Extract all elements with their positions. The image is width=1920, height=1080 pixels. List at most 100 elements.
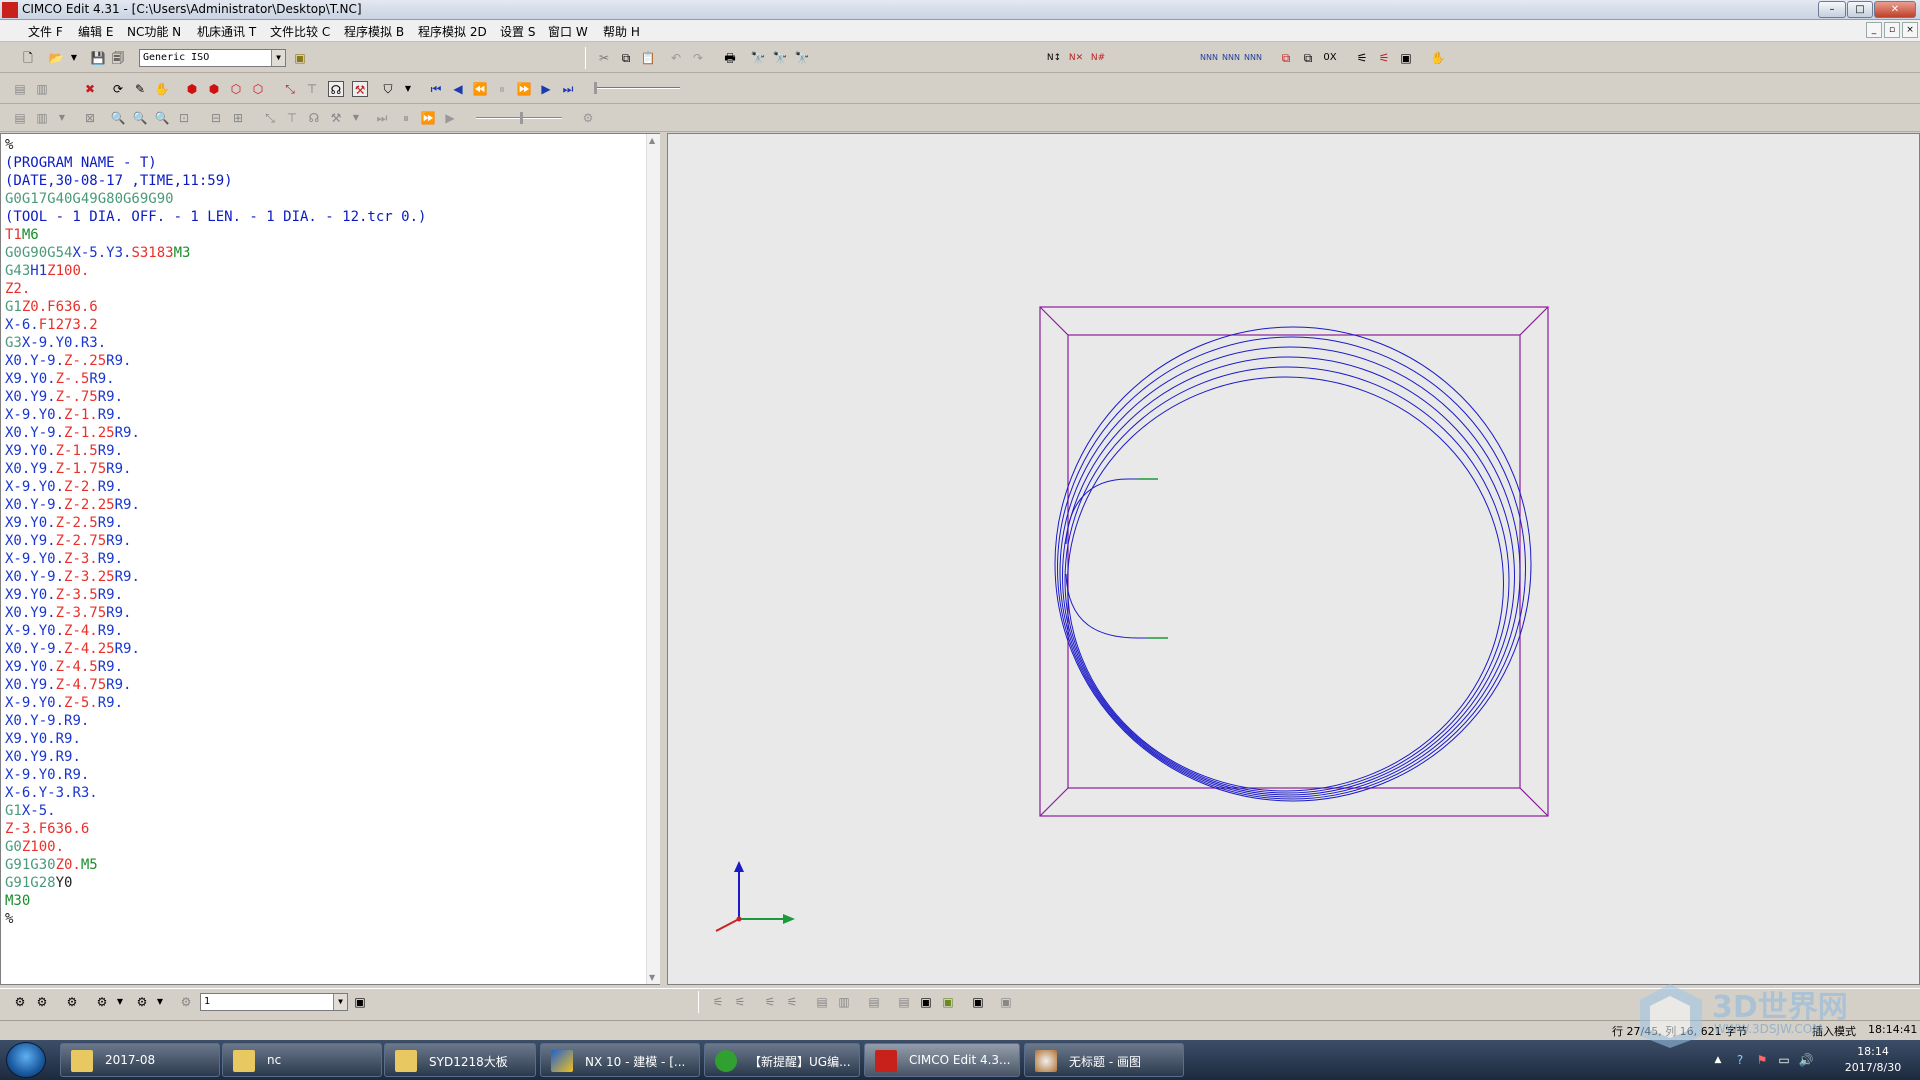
code-line[interactable]: X-6.Y-3.R3. bbox=[5, 784, 426, 802]
tool-settings-icon[interactable]: ⚒ bbox=[352, 81, 368, 97]
open-dropdown-icon[interactable]: ▼ bbox=[66, 50, 82, 66]
bottom-dropdown-1-icon[interactable]: ▼ bbox=[112, 994, 128, 1010]
last-icon[interactable]: ⏭ bbox=[560, 81, 576, 97]
code-line[interactable]: X0.Y-9.Z-2.25R9. bbox=[5, 496, 426, 514]
cut-icon[interactable]: ✂ bbox=[596, 50, 612, 66]
step-2-icon[interactable]: ▶ bbox=[442, 110, 458, 126]
open-file-icon[interactable]: 📂 bbox=[48, 50, 64, 66]
menu-nc-functions[interactable]: NC功能 N bbox=[127, 23, 181, 40]
machine-type-combo[interactable]: Generic ISO ▼ bbox=[139, 49, 286, 67]
nc-tool-4-icon[interactable]: ⧉ bbox=[1278, 50, 1294, 66]
code-line[interactable]: X0.Y-9.R9. bbox=[5, 712, 426, 730]
menu-help[interactable]: 帮助 H bbox=[603, 23, 640, 40]
draw-icon[interactable]: ✎ bbox=[132, 81, 148, 97]
code-line[interactable]: X0.Y-9.Z-3.25R9. bbox=[5, 568, 426, 586]
hand-icon[interactable]: ✋ bbox=[1430, 50, 1446, 66]
menu-file[interactable]: 文件 F bbox=[28, 23, 63, 40]
menu-backplot[interactable]: 程序模拟 B bbox=[344, 23, 404, 40]
nc-tool-8-icon[interactable]: ⚟ bbox=[1376, 50, 1392, 66]
compare-8-icon[interactable]: ▤ bbox=[896, 994, 912, 1010]
bottom-dropdown-2-icon[interactable]: ▼ bbox=[152, 994, 168, 1010]
scroll-down-icon[interactable]: ▼ bbox=[649, 973, 655, 982]
code-line[interactable]: X0.Y9.Z-.75R9. bbox=[5, 388, 426, 406]
save-all-icon[interactable]: 🗐 bbox=[110, 50, 126, 66]
find-next-icon[interactable]: 🔭 bbox=[772, 50, 788, 66]
find-combo[interactable]: 1 ▼ bbox=[200, 993, 348, 1011]
tool-icon[interactable]: ⊤ bbox=[304, 81, 320, 97]
scroll-up-icon[interactable]: ▲ bbox=[649, 136, 655, 145]
code-line[interactable]: G91G28Y0 bbox=[5, 874, 426, 892]
code-line[interactable]: G0G90G54X-5.Y3.S3183M3 bbox=[5, 244, 426, 262]
zoom-in-icon[interactable]: 🔍 bbox=[110, 110, 126, 126]
pause-2-icon[interactable]: ⏸ bbox=[398, 110, 414, 126]
code-line[interactable]: X9.Y0.Z-3.5R9. bbox=[5, 586, 426, 604]
solid-red-2-icon[interactable]: ⬢ bbox=[206, 81, 222, 97]
code-line[interactable]: X-6.F1273.2 bbox=[5, 316, 426, 334]
code-line[interactable]: X-9.Y0.Z-1.R9. bbox=[5, 406, 426, 424]
paste-icon[interactable]: 📋 bbox=[640, 50, 656, 66]
mdi-minimize-button[interactable]: _ bbox=[1866, 22, 1882, 38]
chevron-down-icon[interactable]: ▼ bbox=[333, 994, 347, 1010]
code-line[interactable]: G1Z0.F636.6 bbox=[5, 298, 426, 316]
menu-settings[interactable]: 设置 S bbox=[500, 23, 535, 40]
code-line[interactable]: G91G30Z0.M5 bbox=[5, 856, 426, 874]
code-line[interactable]: X0.Y9.Z-2.75R9. bbox=[5, 532, 426, 550]
chevron-down-icon[interactable]: ▼ bbox=[271, 50, 285, 66]
minimize-button[interactable]: – bbox=[1818, 1, 1846, 18]
path-4-icon[interactable]: ⚒ bbox=[328, 110, 344, 126]
editor-vertical-scrollbar[interactable]: ▲ ▼ bbox=[646, 134, 661, 984]
compare-3-icon[interactable]: ⚟ bbox=[762, 994, 778, 1010]
remove-block-numbers-icon[interactable]: N✕ bbox=[1068, 50, 1084, 66]
code-line[interactable]: X0.Y9.Z-1.75R9. bbox=[5, 460, 426, 478]
compare-4-icon[interactable]: ⚟ bbox=[784, 994, 800, 1010]
zoom-fit-icon[interactable]: ⊡ bbox=[176, 110, 192, 126]
code-line[interactable]: X0.Y9.Z-4.75R9. bbox=[5, 676, 426, 694]
compare-12-icon[interactable]: ▣ bbox=[998, 994, 1014, 1010]
code-line[interactable]: % bbox=[5, 910, 426, 928]
compare-2-icon[interactable]: ⚟ bbox=[732, 994, 748, 1010]
nc-code-text[interactable]: % (PROGRAM NAME - T) (DATE,30-08-17 ,TIME,… bbox=[5, 136, 426, 928]
code-line[interactable]: (PROGRAM NAME - T) bbox=[5, 154, 426, 172]
code-line[interactable]: X9.Y0.Z-.5R9. bbox=[5, 370, 426, 388]
clear-icon[interactable]: ✖ bbox=[82, 81, 98, 97]
backplot-viewer[interactable] bbox=[667, 133, 1920, 985]
find-icon[interactable]: 🔭 bbox=[750, 50, 766, 66]
speed-slider-2[interactable] bbox=[476, 117, 562, 119]
taskbar-item-folder-syd[interactable]: SYD1218大板 bbox=[384, 1043, 536, 1077]
zoom-out-icon[interactable]: 🔍 bbox=[132, 110, 148, 126]
speed-slider-2-thumb[interactable] bbox=[520, 112, 523, 124]
bottom-tool-2-icon[interactable]: ⚙ bbox=[34, 994, 50, 1010]
save-icon[interactable]: 💾 bbox=[90, 50, 106, 66]
close-button[interactable]: ✕ bbox=[1874, 1, 1916, 18]
bottom-tool-6-icon[interactable]: ⚙ bbox=[178, 994, 194, 1010]
code-line[interactable]: Z2. bbox=[5, 280, 426, 298]
code-line[interactable]: X0.Y9.R9. bbox=[5, 748, 426, 766]
menu-backplot-2d[interactable]: 程序模拟 2D bbox=[418, 23, 487, 40]
nc-tool-9-icon[interactable]: ▣ bbox=[1398, 50, 1414, 66]
fit-view-icon[interactable]: ⊠ bbox=[82, 110, 98, 126]
nc-tool-1-icon[interactable]: NNN bbox=[1200, 50, 1218, 66]
code-line[interactable]: X-9.Y0.Z-2.R9. bbox=[5, 478, 426, 496]
code-line[interactable]: (DATE,30-08-17 ,TIME,11:59) bbox=[5, 172, 426, 190]
speed-slider-thumb[interactable] bbox=[594, 82, 597, 94]
path-2-icon[interactable]: ⊤ bbox=[284, 110, 300, 126]
code-line[interactable]: X9.Y0.Z-2.5R9. bbox=[5, 514, 426, 532]
first-icon[interactable]: ⏮ bbox=[428, 81, 444, 97]
step-forward-icon[interactable]: ▶ bbox=[538, 81, 554, 97]
layout-1-icon[interactable]: ⊟ bbox=[208, 110, 224, 126]
compare-1-icon[interactable]: ⚟ bbox=[710, 994, 726, 1010]
compare-7-icon[interactable]: ▤ bbox=[866, 994, 882, 1010]
taskbar-item-folder-2017-08[interactable]: 2017-08 bbox=[60, 1043, 220, 1077]
code-line[interactable]: X-9.Y0.Z-4.R9. bbox=[5, 622, 426, 640]
solid-red-3-icon[interactable]: ⬡ bbox=[228, 81, 244, 97]
taskbar-item-nx[interactable]: NX 10 - 建模 - [... bbox=[540, 1043, 700, 1077]
code-line[interactable]: G1X-5. bbox=[5, 802, 426, 820]
code-line[interactable]: X0.Y9.Z-3.75R9. bbox=[5, 604, 426, 622]
code-line[interactable]: G0G17G40G49G80G69G90 bbox=[5, 190, 426, 208]
code-line[interactable]: T1M6 bbox=[5, 226, 426, 244]
menu-window[interactable]: 窗口 W bbox=[548, 23, 588, 40]
mdi-restore-button[interactable]: ▫ bbox=[1884, 22, 1900, 38]
code-line[interactable]: X0.Y-9.Z-.25R9. bbox=[5, 352, 426, 370]
zoom-window-icon[interactable]: 🔍 bbox=[154, 110, 170, 126]
nc-tool-2-icon[interactable]: NNN bbox=[1222, 50, 1240, 66]
